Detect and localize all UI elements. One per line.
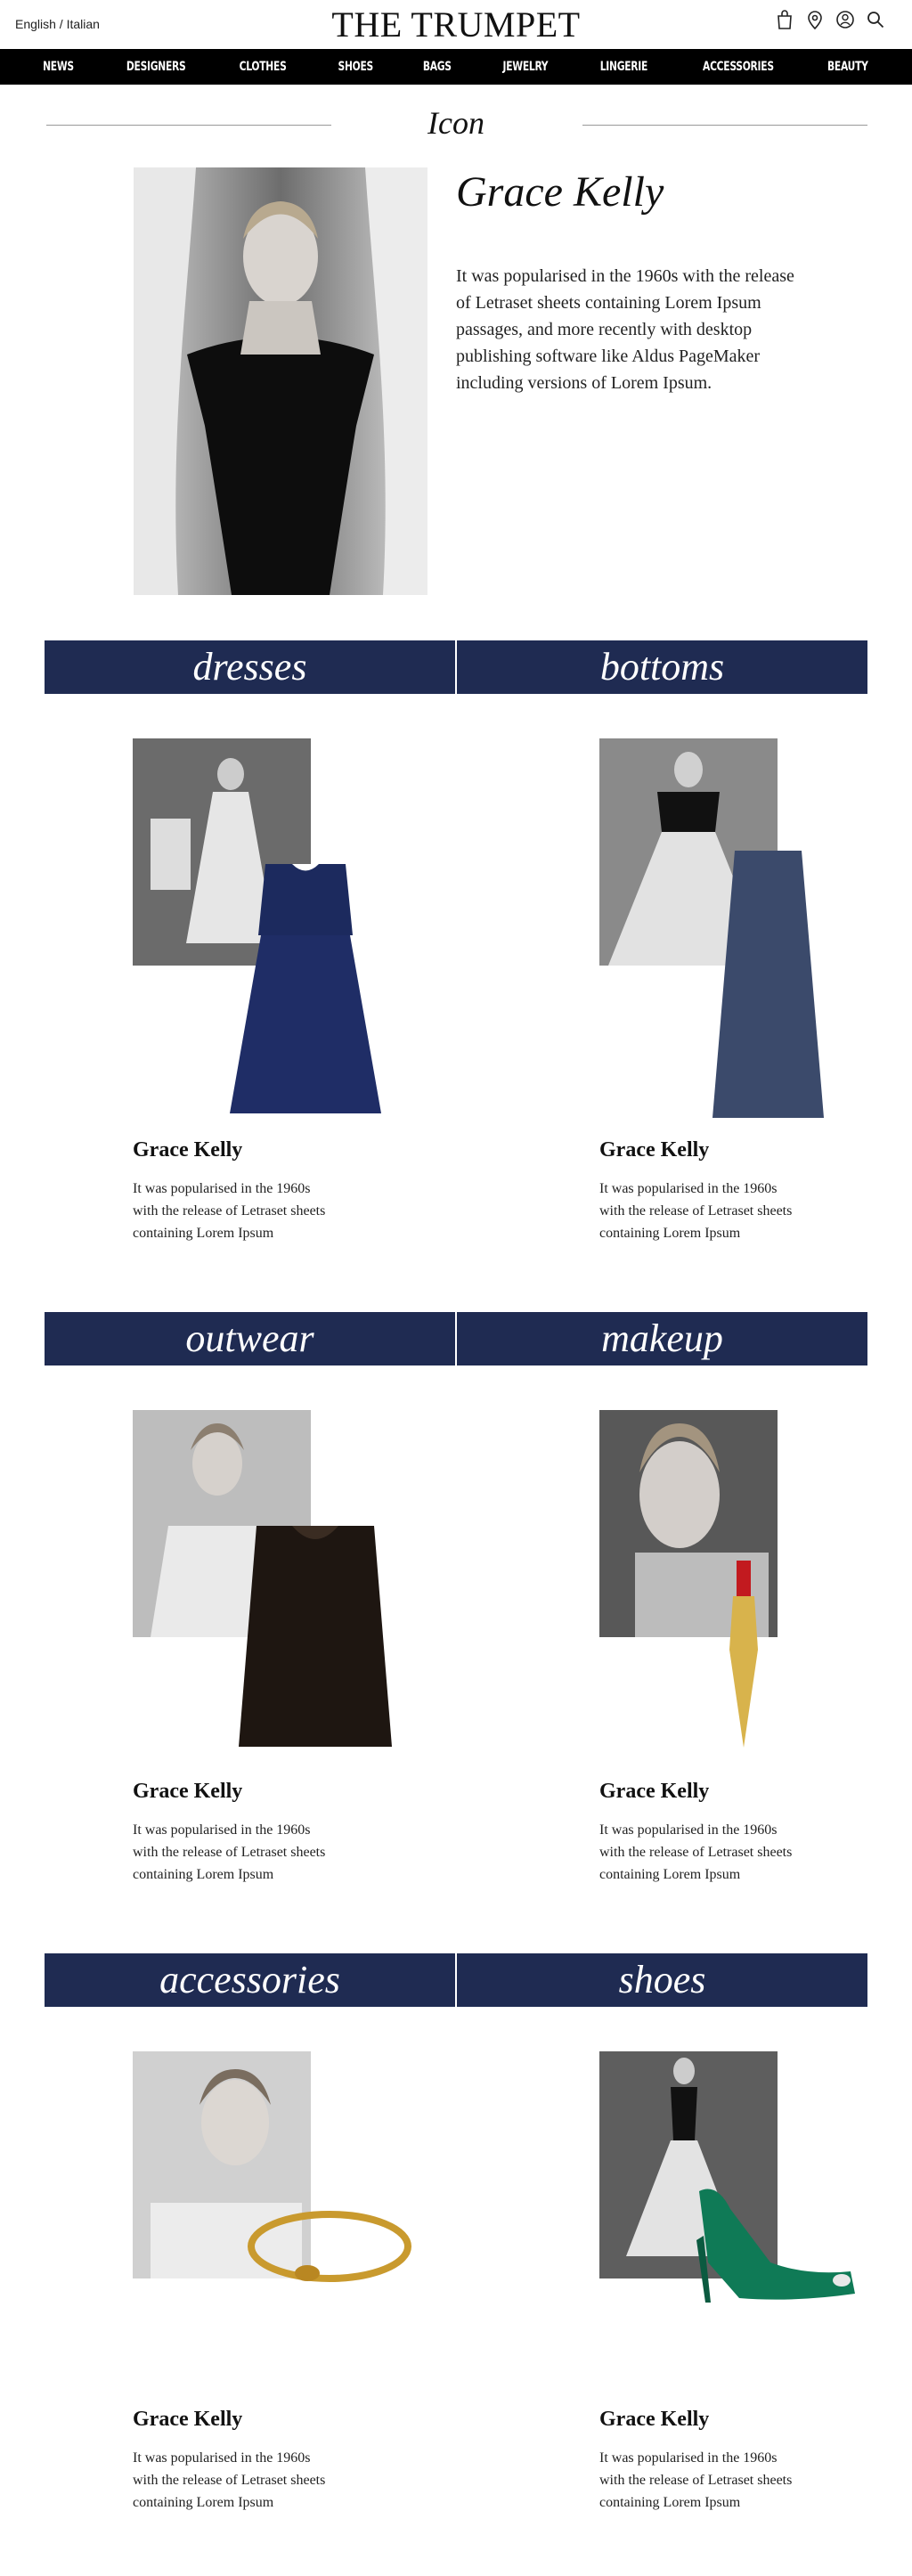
bracelet-product xyxy=(245,2209,414,2285)
account-icon[interactable] xyxy=(835,9,855,30)
card-text: It was popularised in the 1960s with the… xyxy=(599,2450,793,2510)
nav-jewelry[interactable]: JEWELRY xyxy=(502,60,548,74)
category-makeup[interactable]: makeup xyxy=(457,1312,867,1365)
nav-clothes[interactable]: CLOTHES xyxy=(239,60,286,74)
card-text: It was popularised in the 1960s with the… xyxy=(133,1181,326,1241)
green-pump-product xyxy=(672,2187,855,2303)
nav-lingerie[interactable]: LINGERIE xyxy=(600,60,648,74)
category-shoes[interactable]: shoes xyxy=(457,1953,867,2007)
fur-vest-product xyxy=(239,1526,392,1747)
nav-bags[interactable]: BAGS xyxy=(423,60,452,74)
card-text: It was popularised in the 1960s with the… xyxy=(599,1822,793,1882)
lipstick-product xyxy=(726,1561,761,1748)
category-outwear[interactable]: outwear xyxy=(45,1312,455,1365)
header-icons xyxy=(775,9,885,30)
bag-icon[interactable] xyxy=(775,9,794,30)
nav-accessories[interactable]: ACCESSORIES xyxy=(703,60,774,74)
divider-right xyxy=(582,125,867,126)
card-title: Grace Kelly xyxy=(599,2408,710,2431)
nav-shoes[interactable]: SHOES xyxy=(338,60,373,74)
hero-name: Grace Kelly xyxy=(456,168,664,216)
category-bottoms[interactable]: bottoms xyxy=(457,640,867,694)
nav-beauty[interactable]: BEAUTY xyxy=(827,60,868,74)
card-title: Grace Kelly xyxy=(133,2408,243,2431)
hero-description: It was popularised in the 1960s with the… xyxy=(456,266,794,393)
card-title: Grace Kelly xyxy=(133,1138,243,1162)
card-title: Grace Kelly xyxy=(599,1138,710,1162)
card-title: Grace Kelly xyxy=(599,1780,710,1803)
card-text: It was popularised in the 1960s with the… xyxy=(133,2450,326,2510)
card-text: It was popularised in the 1960s with the… xyxy=(599,1181,793,1241)
nav-news[interactable]: NEWS xyxy=(43,60,74,74)
nav-designers[interactable]: DESIGNERS xyxy=(126,60,186,74)
location-icon[interactable] xyxy=(805,9,825,30)
card-text: It was popularised in the 1960s with the… xyxy=(133,1822,326,1882)
search-icon[interactable] xyxy=(866,9,885,30)
section-title: Icon xyxy=(428,105,484,141)
category-dresses[interactable]: dresses xyxy=(45,640,455,694)
category-accessories[interactable]: accessories xyxy=(45,1953,455,2007)
card-title: Grace Kelly xyxy=(133,1780,243,1803)
main-nav: NEWS DESIGNERS CLOTHES SHOES BAGS JEWELR… xyxy=(0,49,912,85)
hero-portrait xyxy=(134,167,428,595)
navy-skirt-product xyxy=(712,851,824,1118)
navy-dress-product xyxy=(230,860,381,1113)
